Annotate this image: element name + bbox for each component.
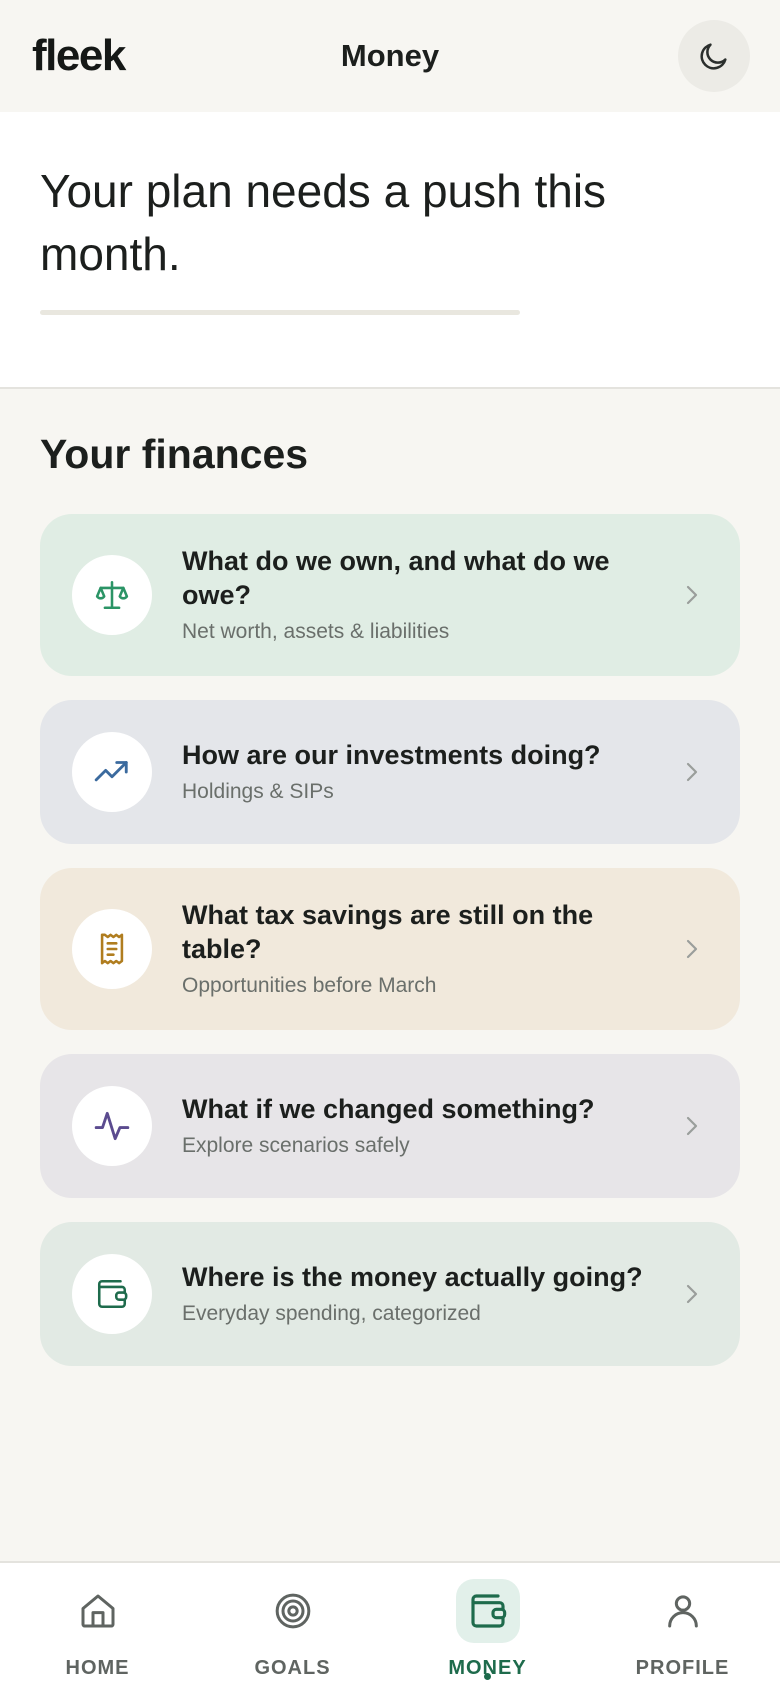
nav-icon-wrap [651, 1579, 715, 1643]
chevron-right-icon [686, 585, 698, 605]
nav-item-goals[interactable]: GOALS [195, 1563, 390, 1688]
card-net-worth[interactable]: What do we own, and what do we owe? Net … [40, 514, 740, 676]
finances-section: Your finances What do we own, and what d… [0, 389, 780, 1366]
receipt-icon [100, 933, 124, 965]
chevron-right-icon [686, 1116, 698, 1136]
card-title: What tax savings are still on the table? [182, 900, 594, 964]
theme-toggle-button[interactable] [678, 20, 750, 92]
card-text: Where is the money actually going? Every… [182, 1260, 708, 1328]
card-icon-wrap [72, 555, 152, 635]
card-scenarios[interactable]: What if we changed something? Explore sc… [40, 1054, 740, 1198]
active-indicator-dot [484, 1673, 491, 1680]
card-subtitle: Holdings & SIPs [182, 780, 334, 803]
section-title: Your finances [40, 431, 309, 477]
card-icon-wrap [72, 1086, 152, 1166]
card-text: What do we own, and what do we owe? Net … [182, 544, 708, 646]
card-icon-wrap [72, 732, 152, 812]
nav-item-home[interactable]: HOME [0, 1563, 195, 1688]
chevron-right-icon [686, 939, 698, 959]
card-text: What tax savings are still on the table?… [182, 898, 708, 1000]
card-spending[interactable]: Where is the money actually going? Every… [40, 1222, 740, 1366]
nav-item-money[interactable]: MONEY [390, 1563, 585, 1688]
card-title: What do we own, and what do we owe? [182, 546, 610, 610]
card-title: How are our investments doing? [182, 740, 601, 770]
top-bar: fleek Money [0, 0, 780, 112]
home-icon [81, 1594, 114, 1628]
card-investments[interactable]: How are our investments doing? Holdings … [40, 700, 740, 844]
moon-icon [700, 43, 727, 70]
trending-up-icon [94, 761, 128, 782]
nav-label: GOALS [254, 1657, 331, 1679]
plan-status-title: Your plan needs a push this month. [40, 165, 607, 280]
target-icon [275, 1593, 310, 1629]
card-tax-savings[interactable]: What tax savings are still on the table?… [40, 868, 740, 1030]
nav-label: HOME [65, 1657, 130, 1679]
wallet-icon [470, 1594, 506, 1628]
card-subtitle: Net worth, assets & liabilities [182, 620, 450, 643]
card-icon-wrap [72, 1254, 152, 1334]
user-icon [667, 1595, 698, 1628]
card-subtitle: Everyday spending, categorized [182, 1302, 481, 1325]
nav-item-profile[interactable]: PROFILE [585, 1563, 780, 1688]
nav-icon-wrap [66, 1579, 130, 1643]
bottom-nav: HOME GOALS MONEY PROFILE [0, 1561, 780, 1688]
card-subtitle: Opportunities before March [182, 974, 437, 997]
app-logo[interactable]: fleek [32, 31, 126, 81]
card-title: What if we changed something? [182, 1094, 595, 1124]
activity-icon [94, 1111, 130, 1141]
card-text: What if we changed something? Explore sc… [182, 1092, 708, 1160]
card-text: How are our investments doing? Holdings … [182, 738, 708, 806]
scale-icon [95, 580, 129, 610]
chevron-right-icon [686, 1284, 698, 1304]
nav-label: PROFILE [635, 1657, 730, 1679]
wallet-icon [97, 1279, 128, 1309]
chevron-right-icon [686, 762, 698, 782]
nav-icon-wrap [261, 1579, 325, 1643]
plan-hero: Your plan needs a push this month. [0, 112, 780, 389]
card-title: Where is the money actually going? [182, 1262, 643, 1292]
card-subtitle: Explore scenarios safely [182, 1134, 410, 1157]
card-icon-wrap [72, 909, 152, 989]
plan-progress-track [40, 310, 520, 315]
nav-icon-wrap [455, 1579, 520, 1643]
